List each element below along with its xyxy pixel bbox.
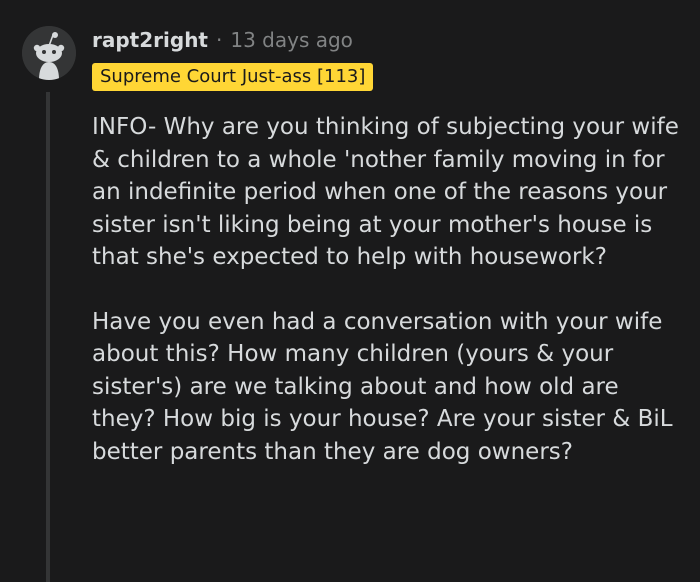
user-flair: Supreme Court Just-ass [113] <box>92 63 374 91</box>
comment-paragraph: INFO- Why are you thinking of subjecting… <box>92 114 679 270</box>
comment-body: INFO- Why are you thinking of subjecting… <box>92 111 687 500</box>
timestamp[interactable]: 13 days ago <box>230 28 353 52</box>
comment: rapt2right · 13 days ago Supreme Court J… <box>0 0 700 582</box>
comment-paragraph: Have you even had a conversation with yo… <box>92 308 673 465</box>
avatar[interactable] <box>22 26 76 80</box>
reddit-snoo-avatar-icon <box>22 26 76 80</box>
username-link[interactable]: rapt2right <box>92 28 208 52</box>
comment-meta: rapt2right · 13 days ago <box>92 25 353 55</box>
thread-collapse-line[interactable] <box>46 92 50 582</box>
meta-separator: · <box>216 28 223 52</box>
